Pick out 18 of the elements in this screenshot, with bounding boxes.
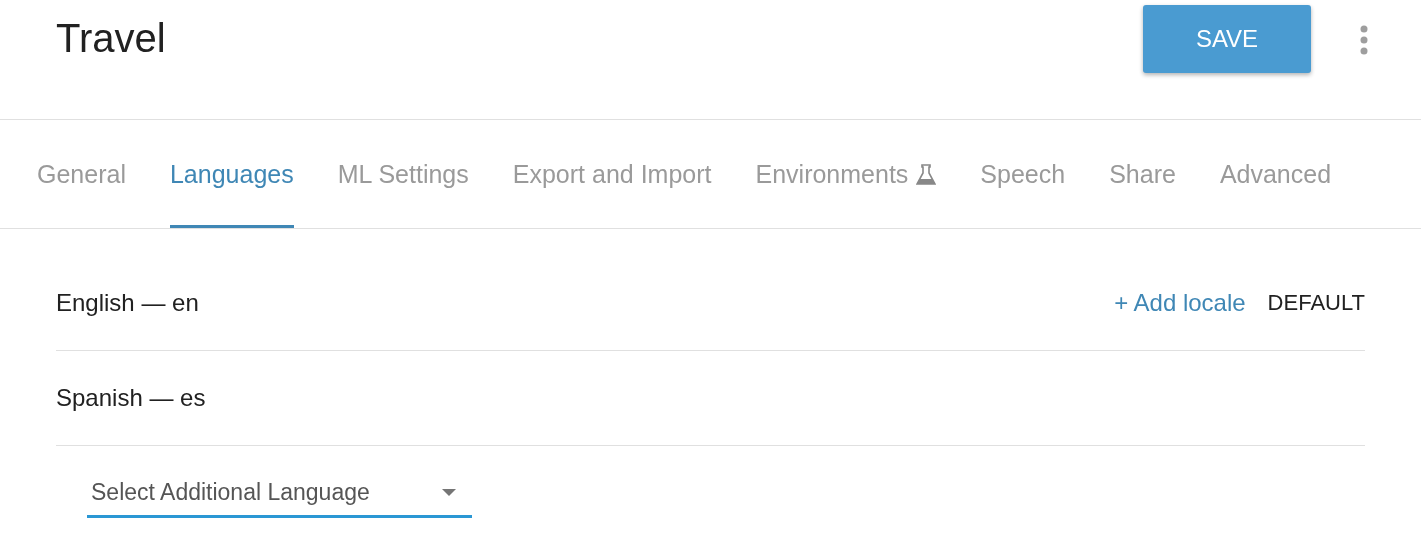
- tab[interactable]: Languages: [169, 120, 294, 228]
- tab[interactable]: Advanced: [1219, 120, 1332, 228]
- tab[interactable]: Speech: [980, 120, 1066, 228]
- tab[interactable]: ML Settings: [337, 120, 469, 228]
- save-button[interactable]: SAVE: [1143, 4, 1311, 73]
- language-name: Spanish — es: [56, 384, 207, 412]
- tab[interactable]: General: [37, 120, 126, 228]
- default-label: DEFAULT: [1267, 290, 1365, 316]
- dropdown-caret-icon: [442, 489, 456, 496]
- language-dropdown[interactable]: Select Additional Language: [87, 476, 472, 518]
- more-icon[interactable]: [1359, 24, 1369, 55]
- tab[interactable]: Environments: [755, 120, 937, 228]
- tab[interactable]: Export and Import: [512, 120, 712, 228]
- language-name: English — en: [56, 289, 200, 317]
- flask-icon: [916, 163, 937, 186]
- tab[interactable]: Share: [1109, 120, 1176, 228]
- page-title: Travel: [56, 16, 167, 61]
- add-locale-link[interactable]: + Add locale: [1114, 289, 1246, 317]
